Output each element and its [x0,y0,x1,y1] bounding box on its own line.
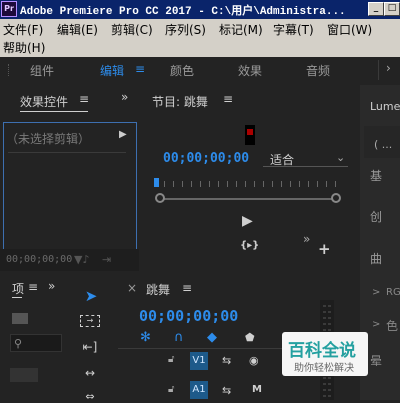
menu-marker[interactable]: 标记(M) [219,21,263,38]
workspace-overflow-icon[interactable]: › [386,61,391,75]
project-title[interactable]: 项 [12,280,24,297]
effect-controls-title[interactable]: 效果控件 [20,93,68,110]
watermark-subtitle: 助你轻松解决 [294,363,354,374]
restore-button[interactable]: □ [384,2,400,16]
track-v1-toggle[interactable]: V1 [190,352,208,370]
no-clip-selected-label: （未选择剪辑） [6,132,91,146]
project-view-toggle[interactable] [10,368,38,382]
workspace-tab-assembly[interactable]: 组件 [30,62,54,79]
premiere-app-icon[interactable]: Pr [1,1,17,17]
workspace-divider [378,60,379,80]
workspace-tab-color[interactable]: 颜色 [170,62,194,79]
zoom-start-handle[interactable] [155,193,165,203]
lumetri-section-vignette[interactable]: 晕 [370,352,382,369]
snap-icon[interactable]: ✻ [140,330,151,345]
watermark-title: 百科全说 [288,341,356,361]
menu-help[interactable]: 帮助(H) [3,39,45,56]
zoom-scrollbar[interactable] [160,198,338,200]
v1-eye-icon[interactable]: ◉ [249,354,259,367]
lumetri-chevron-rgb[interactable]: > [372,287,380,298]
timeline-close-icon[interactable]: × [127,281,137,295]
effect-divider [8,152,126,153]
menu-title[interactable]: 字幕(T) [273,21,314,38]
menu-file[interactable]: 文件(F) [3,21,43,38]
trim-icon[interactable]: {▸} [240,240,259,251]
more-controls-icon[interactable]: » [303,232,310,246]
a1-sync-icon[interactable]: ⇆ [222,384,231,397]
lumetri-section-rgb[interactable]: RG [386,287,400,298]
play-arrow-icon[interactable]: ▶ [119,129,127,140]
chevron-down-icon: ⌄ [336,151,346,164]
lumetri-section-curves[interactable]: 曲 [370,250,382,267]
slip-tool-icon[interactable]: ⇔ [80,390,100,403]
playhead[interactable] [154,178,159,187]
add-marker-icon[interactable]: ◆ [207,330,217,345]
track-a1-toggle[interactable]: A1 [190,381,208,399]
workspace-grip[interactable] [8,64,12,76]
program-video-preview[interactable] [245,125,255,145]
track-select-tool-icon[interactable]: → [80,315,100,327]
workspace-bar [0,57,400,83]
add-button-icon[interactable]: + [318,240,331,258]
ripple-edit-tool-icon[interactable]: ⇤] [80,340,100,354]
zoom-end-handle[interactable] [331,193,341,203]
timeline-title[interactable]: 跳舞 [146,281,170,298]
razor-tool-icon[interactable]: ↔ [80,366,100,380]
a1-mute-button[interactable]: M [252,384,262,395]
play-button[interactable]: ▶ [242,213,253,229]
menu-edit[interactable]: 编辑(E) [57,21,98,38]
menu-clip[interactable]: 剪辑(C) [111,21,153,38]
a1-lock-icon[interactable]: 🔓︎ [168,384,174,395]
video-frame [247,129,253,135]
v1-sync-icon[interactable]: ⇆ [222,354,231,367]
time-ruler[interactable] [155,181,339,187]
menu-sequence[interactable]: 序列(S) [165,21,206,38]
window-title: Adobe Premiere Pro CC 2017 - C:\用户\Admin… [20,6,346,18]
program-timecode[interactable]: 00;00;00;00 [163,151,249,166]
program-monitor-title[interactable]: 节目: 跳舞 [152,93,208,110]
project-menu-icon[interactable]: ≡ [28,280,38,294]
folder-icon[interactable] [12,313,28,324]
workspace-menu-icon[interactable]: ≡ [135,62,145,76]
timeline-menu-icon[interactable]: ≡ [182,281,192,295]
lumetri-chevron-hsl[interactable]: > [372,319,380,330]
effect-controls-timecode[interactable]: 00;00;00;00 [6,254,72,265]
search-icon: ⚲ [14,337,23,350]
lumetri-section-basic[interactable]: 基 [370,167,382,184]
linked-selection-icon[interactable]: ∩ [174,330,184,345]
timeline-timecode[interactable]: 00;00;00;00 [139,307,238,325]
selection-tool-icon[interactable]: ➤ [82,287,100,305]
effect-controls-menu-icon[interactable]: ≡ [79,92,89,106]
minimize-button[interactable]: _ [368,2,384,16]
program-monitor-menu-icon[interactable]: ≡ [223,92,233,106]
v1-lock-icon[interactable]: 🔓︎ [168,354,174,365]
lumetri-dropdown-value: ( ... [374,138,393,151]
filter-icon[interactable]: ▼♪ [74,253,89,266]
workspace-tab-audio[interactable]: 音频 [306,62,330,79]
fit-dropdown-value: 适合 [270,153,295,167]
project-tab-underline [12,297,22,298]
project-expand-icon[interactable]: » [48,279,55,293]
panel-expand-icon[interactable]: » [121,90,128,104]
timeline-settings-icon[interactable]: ⬟ [245,331,255,344]
menu-window[interactable]: 窗口(W) [327,21,372,38]
workspace-tab-editing[interactable]: 编辑 [100,62,124,79]
lumetri-title[interactable]: Lumet [370,100,400,113]
workspace-tab-effects[interactable]: 效果 [238,62,262,79]
lumetri-section-creative[interactable]: 创 [370,208,382,225]
export-icon[interactable]: ⇥ [102,253,111,266]
lumetri-section-hsl[interactable]: 色 [386,317,398,334]
active-tab-underline [20,111,88,112]
